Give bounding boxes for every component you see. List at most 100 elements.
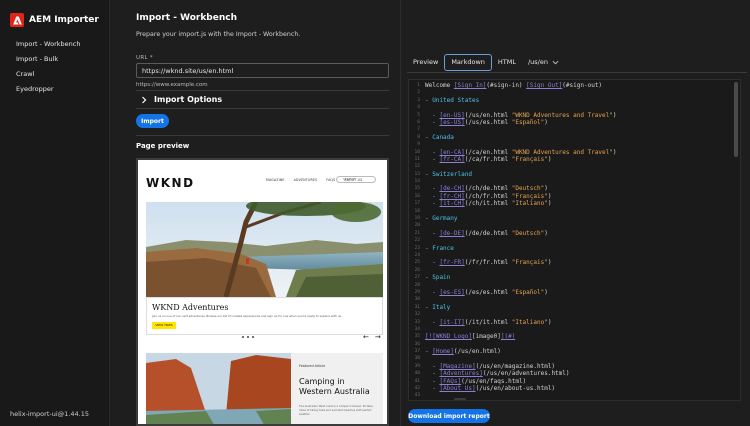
page-preview-frame[interactable]: WKND MAGAZINE ADVENTURES FAQS ABOUT US S… [136, 158, 389, 426]
preview-hero-title: WKND Adventures [152, 303, 229, 312]
sidebar-item-import-bulk[interactable]: Import - Bulk [0, 52, 109, 67]
line-number: 14 [414, 179, 420, 185]
code-line: 22 [409, 237, 740, 244]
preview-featured-title[interactable]: Camping in Western Australia [299, 377, 379, 397]
code-token: "Español" [511, 118, 545, 126]
line-number: 4 [417, 105, 420, 111]
carousel-indicators[interactable] [242, 336, 254, 338]
vertical-scrollbar[interactable] [734, 82, 738, 398]
horizontal-scrollbar[interactable] [454, 398, 466, 400]
page-description: Prepare your import.js with the Import -… [136, 31, 301, 38]
line-number: 39 [414, 363, 420, 369]
sidebar-item-import-workbench[interactable]: Import - Workbench [0, 37, 109, 52]
code-line: 25 - [fr-FR](/fr/fr.html "Français") [409, 259, 740, 266]
code-token: [fr-FR] [439, 259, 465, 267]
line-number: 11 [414, 156, 420, 162]
code-line: 39 - [Magazine](/us/en/magazine.html) [409, 363, 740, 370]
code-token: - Switzerland [425, 170, 472, 178]
url-input[interactable] [136, 63, 389, 78]
line-number: 41 [414, 378, 420, 384]
line-text: - Spain [425, 274, 450, 281]
line-number: 34 [414, 326, 420, 332]
tab-preview[interactable]: Preview [407, 54, 444, 71]
code-line: 21 - [de-DE](/de/de.html "Deutsch") [409, 230, 740, 237]
preview-site-header: WKND MAGAZINE ADVENTURES FAQS ABOUT US S… [138, 160, 387, 202]
carousel-dot[interactable] [242, 336, 244, 338]
code-token: (/de/de.html [464, 229, 512, 237]
code-token: - [425, 362, 440, 370]
line-text: [![WKND Logo][image0]](#) [425, 333, 515, 340]
page-preview-title: Page preview [136, 142, 190, 150]
code-line: 33 - [it-IT](/it/it.html "Italiano") [409, 319, 740, 326]
import-button[interactable]: Import [136, 114, 169, 128]
carousel-dot[interactable] [247, 336, 249, 338]
preview-featured-card: Featured Article Camping in Western Aust… [291, 353, 383, 424]
code-token: [Magazine] [439, 362, 476, 370]
code-line: 28 [409, 282, 740, 289]
tab-html[interactable]: HTML [492, 54, 522, 71]
code-token: "Deutsch" [511, 185, 545, 193]
arrow-right-icon[interactable]: → [375, 333, 381, 341]
arrow-left-icon[interactable]: ← [363, 333, 369, 341]
code-token: [en-US] [439, 111, 465, 119]
line-number: 10 [414, 149, 420, 155]
line-number: 19 [414, 216, 420, 222]
preview-view-trips-button[interactable]: VIEW TRIPS [152, 322, 176, 329]
tab-markdown[interactable]: Markdown [444, 54, 492, 71]
scrollbar-thumb[interactable] [734, 82, 738, 157]
line-number: 29 [414, 289, 420, 295]
sidebar-item-eyedropper[interactable]: Eyedropper [0, 82, 109, 97]
line-text: - [fr-CA](/ca/fr.html "Français") [425, 156, 551, 163]
code-token: ) [544, 229, 548, 237]
markdown-editor[interactable]: 1 Welcome [Sign In](#sign-in) [Sign Out](… [408, 79, 741, 401]
code-token: ) [544, 288, 548, 296]
line-number: 23 [414, 245, 420, 251]
preview-nav-item[interactable]: ADVENTURES [294, 178, 318, 182]
code-token: [![WKND Logo] [425, 333, 472, 341]
line-number: 35 [414, 334, 420, 340]
line-text: - Italy [425, 304, 450, 311]
divider [407, 72, 747, 73]
code-token: ) [612, 111, 617, 119]
line-number: 6 [417, 119, 420, 125]
line-number: 27 [414, 275, 420, 281]
code-line: 15 - [de-CH](/ch/de.html "Deutsch") [409, 185, 740, 192]
line-number: 17 [414, 201, 420, 207]
line-text: - [Adventures](/us/en/adventures.html) [425, 370, 569, 377]
code-token: [de-DE] [439, 229, 465, 237]
sidebar-item-crawl[interactable]: Crawl [0, 67, 109, 82]
code-line: 16 - [fr-CH](/ch/fr.html "Français") [409, 193, 740, 200]
import-options-toggle[interactable]: Import Options [140, 95, 222, 104]
code-token: (/us/es.html [464, 118, 512, 126]
preview-nav-item[interactable]: FAQS [326, 178, 335, 182]
path-picker[interactable]: /us/en [528, 54, 559, 71]
code-token: - [425, 185, 440, 193]
code-line: 30 [409, 296, 740, 303]
line-text: Search [425, 400, 447, 401]
line-number: 31 [414, 304, 420, 310]
code-token: (/ca/fr.html [464, 155, 512, 163]
code-token: - Spain [425, 274, 451, 282]
line-number: 9 [417, 142, 420, 148]
url-label-text: URL [136, 55, 148, 61]
carousel-dot[interactable] [252, 336, 254, 338]
download-import-report-button[interactable]: Download import report [408, 409, 490, 423]
code-token: - [425, 200, 440, 208]
line-number: 21 [414, 230, 420, 236]
code-token: ) [544, 118, 548, 126]
code-token: (/ca/en.html [464, 148, 512, 156]
line-number: 5 [417, 112, 420, 118]
preview-nav-item[interactable]: MAGAZINE [266, 178, 285, 182]
line-number: 40 [414, 371, 420, 377]
code-token: ) [547, 259, 552, 267]
line-number: 36 [414, 341, 420, 347]
preview-search-input[interactable]: SEARCH [336, 176, 376, 183]
code-token: ) [612, 148, 617, 156]
code-line: 27 - Spain [409, 274, 740, 281]
preview-hero-text: Join us on one of our next adventures. B… [152, 314, 342, 318]
line-text: - [es-ES](/es/es.html "Español") [425, 289, 548, 296]
preview-tabs: Preview Markdown HTML /us/en [407, 54, 559, 71]
code-token: [fr-CH] [439, 192, 465, 200]
line-number: 8 [417, 134, 420, 140]
code-token: "WKND Adventures and Travel" [511, 148, 613, 156]
